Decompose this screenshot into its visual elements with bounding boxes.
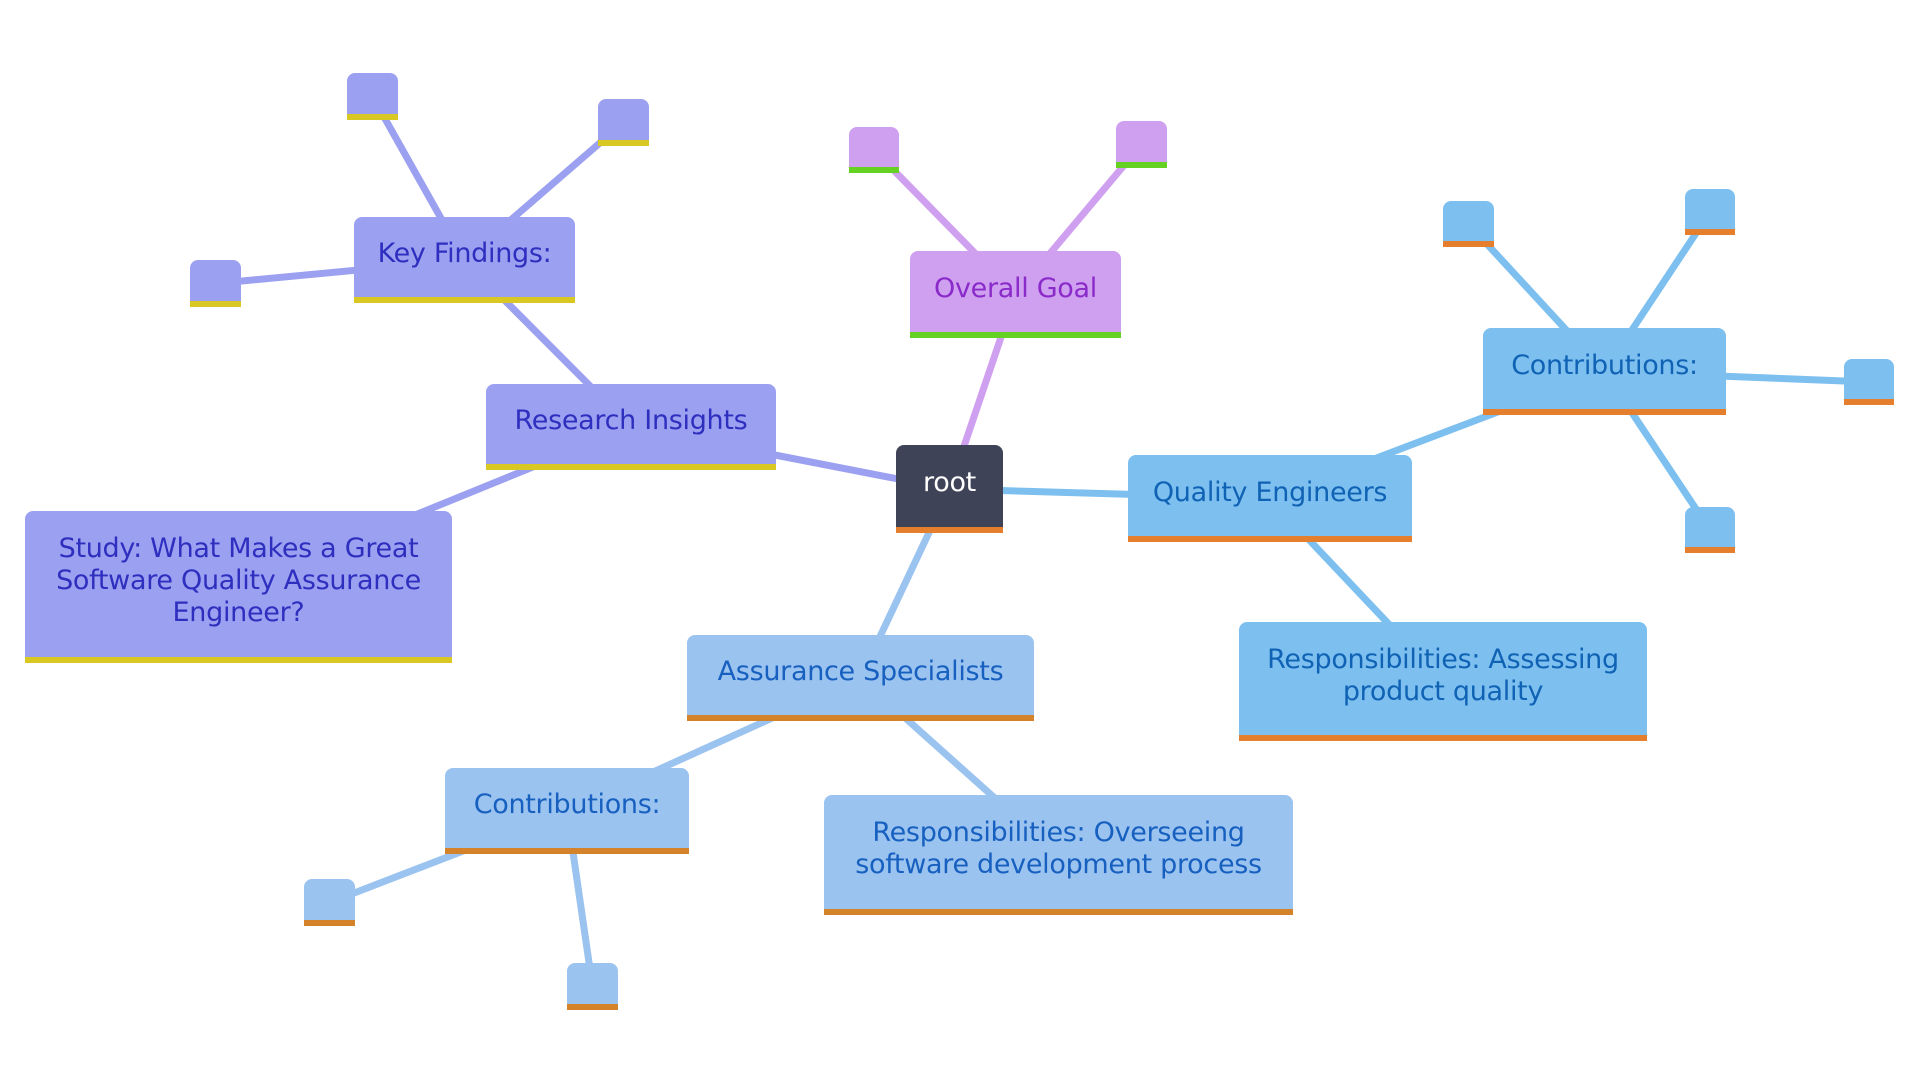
node-overall-goal-leaf-1[interactable] bbox=[849, 127, 899, 173]
node-quality-engineers-label: Quality Engineers bbox=[1152, 476, 1388, 508]
node-qe-responsibilities-label: Responsibilities: Assessing product qual… bbox=[1267, 643, 1619, 707]
node-qe-contributions-leaf-4[interactable] bbox=[1685, 507, 1735, 553]
node-assurance-specialists-label: Assurance Specialists bbox=[717, 656, 1004, 687]
node-as-contributions[interactable]: Contributions: bbox=[445, 768, 689, 854]
node-root[interactable]: root bbox=[896, 445, 1003, 533]
node-assurance-specialists[interactable]: Assurance Specialists bbox=[687, 635, 1034, 721]
node-as-responsibilities[interactable]: Responsibilities: Overseeing software de… bbox=[824, 795, 1293, 915]
node-qe-responsibilities[interactable]: Responsibilities: Assessing product qual… bbox=[1239, 622, 1647, 741]
node-overall-goal-leaf-2[interactable] bbox=[1116, 121, 1167, 168]
node-key-findings-leaf-1[interactable] bbox=[347, 73, 398, 120]
node-key-findings[interactable]: Key Findings: bbox=[354, 217, 575, 303]
node-as-contributions-label: Contributions: bbox=[473, 789, 661, 820]
node-overall-goal-label: Overall Goal bbox=[934, 272, 1097, 304]
node-key-findings-leaf-2[interactable] bbox=[598, 99, 649, 146]
node-qe-contributions-leaf-1[interactable] bbox=[1443, 201, 1494, 247]
node-overall-goal[interactable]: Overall Goal bbox=[910, 251, 1121, 338]
node-study-label: Study: What Makes a Great Software Quali… bbox=[56, 533, 421, 628]
node-qe-contributions-leaf-3[interactable] bbox=[1844, 359, 1894, 405]
node-root-label: root bbox=[923, 467, 976, 498]
node-as-contributions-leaf-2[interactable] bbox=[567, 963, 618, 1010]
node-key-findings-leaf-3[interactable] bbox=[190, 260, 241, 307]
node-as-contributions-leaf-1[interactable] bbox=[304, 879, 355, 926]
node-quality-engineers[interactable]: Quality Engineers bbox=[1128, 455, 1412, 542]
node-qe-contributions[interactable]: Contributions: bbox=[1483, 328, 1726, 415]
node-as-responsibilities-label: Responsibilities: Overseeing software de… bbox=[855, 817, 1262, 880]
node-qe-contributions-leaf-2[interactable] bbox=[1685, 189, 1735, 235]
node-research-insights-label: Research Insights bbox=[514, 405, 748, 436]
node-research-insights[interactable]: Research Insights bbox=[486, 384, 776, 470]
node-qe-contributions-label: Contributions: bbox=[1511, 349, 1698, 381]
node-key-findings-label: Key Findings: bbox=[377, 238, 552, 269]
node-study[interactable]: Study: What Makes a Great Software Quali… bbox=[25, 511, 452, 663]
